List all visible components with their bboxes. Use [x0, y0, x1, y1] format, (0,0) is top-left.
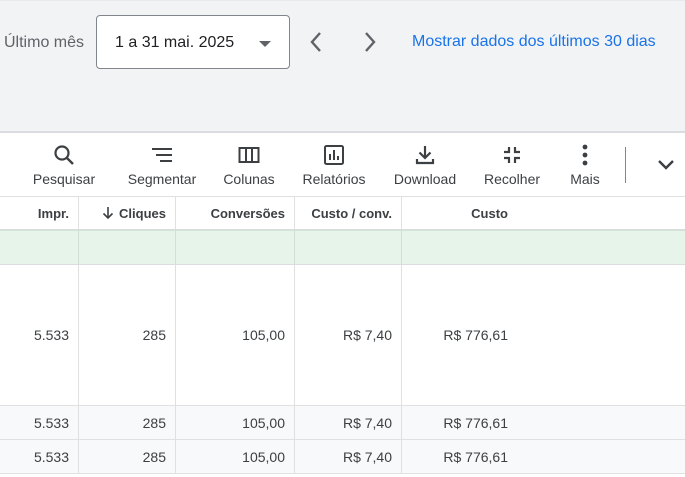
- segment-label: Segmentar: [127, 171, 197, 187]
- total-cell: [79, 231, 176, 264]
- search-icon: [52, 143, 76, 167]
- column-header-cost[interactable]: Custo: [402, 197, 517, 229]
- show-last-30-days-link[interactable]: Mostrar dados dos últimos 30 dias: [412, 33, 656, 51]
- dropdown-caret-icon: [259, 41, 271, 47]
- clicks-cell: 285: [79, 440, 176, 473]
- columns-icon: [237, 143, 261, 167]
- toolbar-divider: [625, 147, 626, 183]
- columns-button[interactable]: Colunas: [214, 133, 284, 196]
- search-button[interactable]: Pesquisar: [24, 133, 104, 196]
- collapse-icon: [500, 143, 524, 167]
- total-cell: [176, 231, 295, 264]
- conversions-cell: 105,00: [176, 265, 295, 405]
- collapse-label: Recolher: [483, 171, 541, 187]
- table-toolbar: Pesquisar Segmentar Colunas Relatórios D…: [0, 133, 685, 196]
- previous-period-button[interactable]: [302, 28, 330, 56]
- clicks-cell: 285: [79, 406, 176, 439]
- impressions-cell: 5.533: [0, 440, 79, 473]
- date-range-value: 1 a 31 mai. 2025: [115, 34, 235, 51]
- total-row: [0, 230, 685, 265]
- total-cell: [0, 231, 79, 264]
- chevron-left-icon: [310, 32, 321, 52]
- segment-icon: [150, 143, 174, 167]
- reports-label: Relatórios: [302, 171, 366, 187]
- column-header-clicks[interactable]: Cliques: [79, 197, 176, 229]
- table-header-row: Impr. Cliques Conversões Custo / conv. C…: [0, 196, 685, 230]
- period-label: Último mês: [4, 34, 85, 51]
- download-label: Download: [393, 171, 457, 187]
- cost-per-conversion-cell: R$ 7,40: [295, 265, 402, 405]
- segment-button[interactable]: Segmentar: [122, 133, 202, 196]
- sort-descending-icon: [102, 206, 114, 220]
- total-cell: [295, 231, 402, 264]
- impressions-cell: 5.533: [0, 406, 79, 439]
- cost-per-conversion-cell: R$ 7,40: [295, 406, 402, 439]
- conversions-cell: 105,00: [176, 440, 295, 473]
- more-vert-icon: [573, 143, 597, 167]
- table-row: 5.533 285 105,00 R$ 7,40 R$ 776,61: [0, 440, 685, 474]
- chevron-right-icon: [365, 32, 376, 52]
- more-label: Mais: [570, 171, 600, 187]
- next-period-button[interactable]: [356, 28, 384, 56]
- column-header-impressions[interactable]: Impr.: [0, 197, 79, 229]
- collapse-button[interactable]: Recolher: [478, 133, 546, 196]
- expand-toolbar-button[interactable]: [654, 153, 678, 177]
- column-header-conversions[interactable]: Conversões: [176, 197, 295, 229]
- cost-per-conversion-cell: R$ 7,40: [295, 440, 402, 473]
- download-button[interactable]: Download: [388, 133, 462, 196]
- reports-icon: [322, 143, 346, 167]
- table-row: 5.533 285 105,00 R$ 7,40 R$ 776,61: [0, 265, 685, 406]
- conversions-cell: 105,00: [176, 406, 295, 439]
- cost-cell: R$ 776,61: [443, 327, 508, 343]
- date-range-dropdown[interactable]: 1 a 31 mai. 2025: [96, 15, 290, 69]
- chevron-down-icon: [658, 160, 674, 170]
- search-label: Pesquisar: [32, 171, 96, 187]
- cost-cell: R$ 776,61: [443, 448, 508, 465]
- clicks-cell: 285: [79, 265, 176, 405]
- download-icon: [413, 143, 437, 167]
- more-button[interactable]: Mais: [560, 133, 610, 196]
- columns-label: Colunas: [223, 171, 275, 187]
- date-range-bar: Último mês 1 a 31 mai. 2025 Mostrar dado…: [0, 0, 685, 131]
- reports-button[interactable]: Relatórios: [298, 133, 370, 196]
- column-header-cost-per-conversion[interactable]: Custo / conv.: [295, 197, 402, 229]
- table-row: 5.533 285 105,00 R$ 7,40 R$ 776,61: [0, 406, 685, 440]
- impressions-cell: 5.533: [0, 265, 79, 405]
- cost-cell: R$ 776,61: [443, 414, 508, 431]
